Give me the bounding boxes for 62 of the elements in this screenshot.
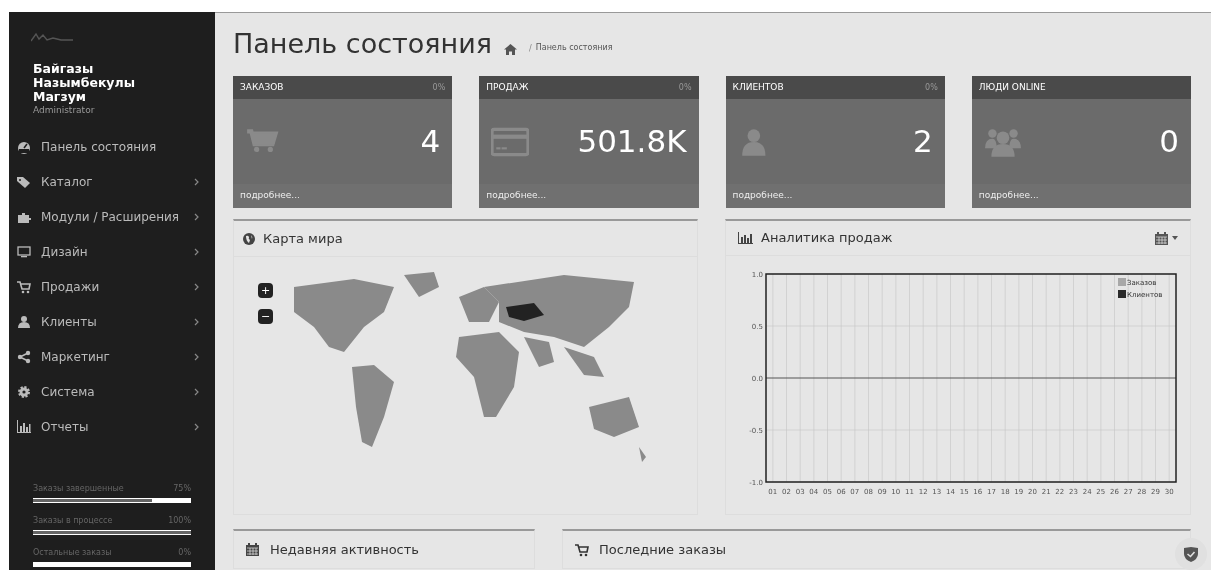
- stat-percent: 75%: [173, 482, 191, 495]
- panel-title: Карта мира: [263, 229, 343, 248]
- details-link[interactable]: подробнее...: [725, 184, 945, 208]
- sidebar-menu-item[interactable]: Маркетинг: [9, 339, 215, 375]
- details-link[interactable]: подробнее...: [233, 184, 453, 208]
- globe-icon: [243, 232, 255, 245]
- monitor-icon: [17, 245, 31, 259]
- sidebar-menu-item[interactable]: Каталог: [9, 164, 215, 200]
- calendar-icon: [1155, 231, 1168, 245]
- tile-value: 2: [913, 126, 933, 157]
- calendar-dropdown-button[interactable]: [1155, 231, 1178, 245]
- tile-title: ЗАКАЗОВ: [240, 80, 284, 94]
- sidebar-menu-item[interactable]: Продажи: [9, 269, 215, 305]
- sidebar-menu-item[interactable]: Система: [9, 374, 215, 410]
- tile-title: ПРОДАЖ: [486, 80, 529, 94]
- caret-icon: [1172, 236, 1178, 240]
- tile-percent: 0%: [925, 81, 938, 94]
- sidebar-menu-item[interactable]: Дизайн: [9, 234, 215, 270]
- users-icon: [983, 126, 1022, 157]
- user-role: Administrator: [32, 104, 96, 117]
- bar-chart-icon: [738, 232, 753, 244]
- sidebar-menu-item[interactable]: Клиенты: [9, 304, 215, 340]
- user-name: Байгазы Назымбекулы Магзум: [32, 62, 136, 104]
- stat-label: Заказы в процессе: [33, 514, 113, 527]
- tile-title: ЛЮДИ ONLINE: [978, 80, 1046, 94]
- tags-icon: [17, 175, 31, 189]
- tile-title: КЛИЕНТОВ: [732, 80, 784, 94]
- stat-label: Остальные заказы: [33, 546, 112, 559]
- tile-value: 4: [420, 126, 441, 157]
- share-icon: [17, 350, 31, 364]
- page-title: Панель состояния: [233, 30, 492, 57]
- panel-title: Недавняя активность: [270, 540, 419, 559]
- tile-value: 0: [1159, 126, 1179, 157]
- dashboard-icon: [17, 140, 31, 154]
- details-link[interactable]: подробнее...: [479, 184, 699, 208]
- gear-icon: [17, 385, 31, 399]
- shield-icon: [1184, 546, 1198, 562]
- panel-title: Последние заказы: [599, 540, 727, 559]
- tile-percent: 0%: [678, 81, 692, 94]
- stat-percent: 100%: [168, 514, 191, 527]
- user-icon: [17, 315, 31, 329]
- bar-chart-icon: [17, 420, 31, 434]
- tile-value: 501.8K: [577, 126, 687, 157]
- zoom-in-button[interactable]: +: [258, 283, 273, 298]
- tile-percent: 0%: [432, 81, 446, 94]
- sidebar-menu-item[interactable]: Модули / Расширения: [9, 199, 215, 235]
- breadcrumb-link[interactable]: Панель состояния: [535, 42, 613, 54]
- zoom-out-button[interactable]: −: [258, 309, 273, 324]
- panel-title: Аналитика продаж: [761, 229, 894, 248]
- stat-label: Заказы завершенные: [33, 482, 124, 495]
- stat-percent: 0%: [178, 546, 191, 559]
- credit-card-icon: [491, 126, 530, 157]
- sidebar-menu-item[interactable]: Отчеты: [9, 409, 215, 445]
- puzzle-icon: [17, 210, 31, 224]
- sidebar-menu-item[interactable]: Панель состояния: [9, 129, 215, 165]
- calendar-icon: [246, 542, 260, 557]
- home-icon[interactable]: [504, 44, 517, 55]
- shield-button[interactable]: [1175, 538, 1207, 570]
- cart-icon: [17, 280, 31, 294]
- cart-icon: [575, 542, 589, 557]
- details-link[interactable]: подробнее...: [971, 184, 1191, 208]
- breadcrumb-separator: /: [529, 43, 532, 55]
